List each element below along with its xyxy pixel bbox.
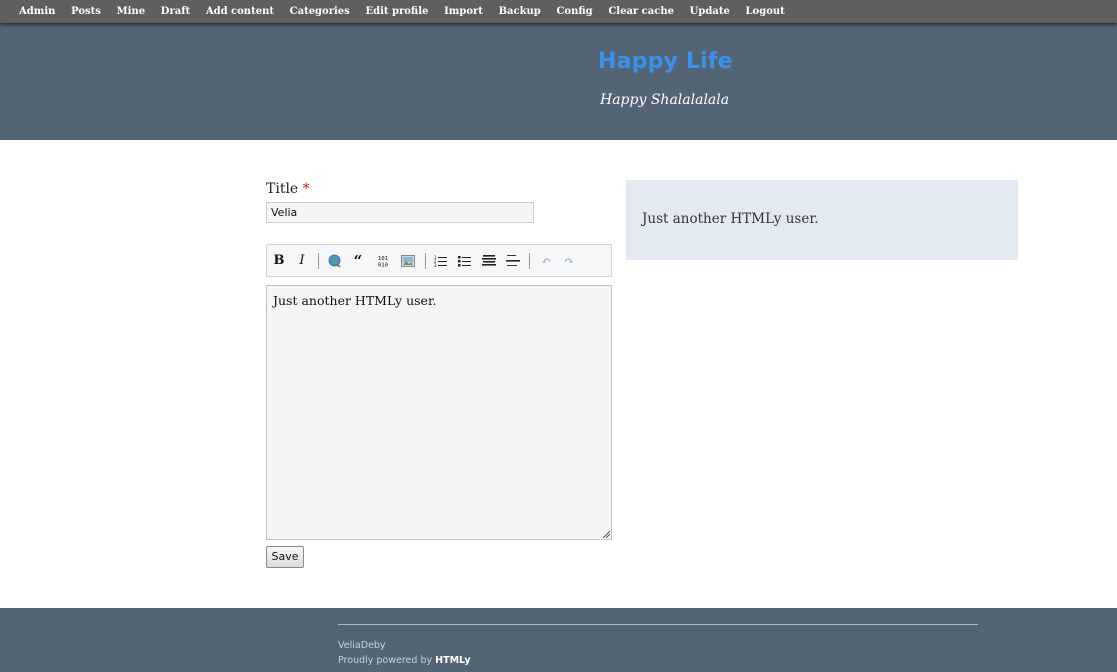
site-title[interactable]: Happy Life bbox=[598, 49, 733, 74]
toolbar-separator bbox=[318, 253, 319, 269]
editor-toolbar: B I “ 101 010 1 2 3 ↶ ↷ bbox=[266, 244, 612, 277]
title-label-text: Title bbox=[266, 181, 299, 197]
toolbar-separator bbox=[529, 253, 530, 269]
admin-menu-clear-cache[interactable]: Clear cache bbox=[608, 0, 674, 23]
ordered-list-icon[interactable]: 1 2 3 bbox=[432, 252, 450, 270]
admin-menu-logout[interactable]: Logout bbox=[746, 0, 785, 23]
admin-menu-add-content[interactable]: Add content bbox=[206, 0, 274, 23]
footer-divider bbox=[338, 624, 978, 625]
image-icon[interactable] bbox=[399, 252, 417, 270]
admin-menu-mine[interactable]: Mine bbox=[117, 0, 146, 23]
svg-text:010: 010 bbox=[378, 263, 388, 269]
editor-text: Just another HTMLy user. bbox=[273, 293, 437, 308]
admin-menu-admin[interactable]: Admin bbox=[19, 0, 55, 23]
toolbar-separator bbox=[425, 253, 426, 269]
svg-text:101: 101 bbox=[378, 256, 388, 262]
admin-menu-posts[interactable]: Posts bbox=[71, 0, 101, 23]
title-label: Title * bbox=[266, 181, 310, 197]
title-input[interactable]: Velia bbox=[266, 202, 534, 223]
footer-author: VeliaDeby bbox=[338, 640, 386, 651]
htmly-link[interactable]: HTMLy bbox=[435, 655, 471, 666]
admin-menu-import[interactable]: Import bbox=[444, 0, 483, 23]
svg-text:3: 3 bbox=[434, 263, 437, 267]
horizontal-rule-icon[interactable] bbox=[504, 252, 522, 270]
undo-icon[interactable]: ↶ bbox=[537, 252, 555, 270]
admin-menu-draft[interactable]: Draft bbox=[161, 0, 190, 23]
required-mark: * bbox=[302, 181, 310, 197]
admin-menu-update[interactable]: Update bbox=[690, 0, 730, 23]
preview-text: Just another HTMLy user. bbox=[642, 211, 819, 227]
link-icon[interactable] bbox=[326, 252, 344, 270]
redo-icon[interactable]: ↷ bbox=[560, 252, 578, 270]
content-editor[interactable]: Just another HTMLy user. bbox=[266, 285, 612, 540]
code-icon[interactable]: 101 010 bbox=[374, 252, 392, 270]
save-button[interactable]: Save bbox=[266, 546, 304, 568]
resize-grip-icon[interactable] bbox=[602, 530, 610, 538]
footer-powered-by: Proudly powered by HTMLy bbox=[338, 655, 471, 666]
admin-menu-edit-profile[interactable]: Edit profile bbox=[365, 0, 428, 23]
preview-panel: Just another HTMLy user. bbox=[626, 180, 1018, 260]
powered-by-text: Proudly powered by bbox=[338, 655, 433, 666]
admin-bar: Admin Posts Mine Draft Add content Categ… bbox=[0, 0, 1117, 23]
bold-icon[interactable]: B bbox=[270, 252, 288, 270]
quote-icon[interactable]: “ bbox=[349, 252, 367, 270]
admin-menu-backup[interactable]: Backup bbox=[499, 0, 541, 23]
site-tagline: Happy Shalalalala bbox=[600, 92, 730, 108]
italic-icon[interactable]: I bbox=[293, 252, 311, 270]
site-footer: VeliaDeby Proudly powered by HTMLy bbox=[0, 608, 1117, 672]
site-header: Happy Life Happy Shalalalala bbox=[0, 23, 1117, 140]
admin-menu: Admin Posts Mine Draft Add content Categ… bbox=[0, 0, 1117, 23]
heading-icon[interactable] bbox=[480, 252, 498, 270]
admin-menu-categories[interactable]: Categories bbox=[290, 0, 350, 23]
admin-menu-config[interactable]: Config bbox=[556, 0, 592, 23]
unordered-list-icon[interactable] bbox=[456, 252, 474, 270]
